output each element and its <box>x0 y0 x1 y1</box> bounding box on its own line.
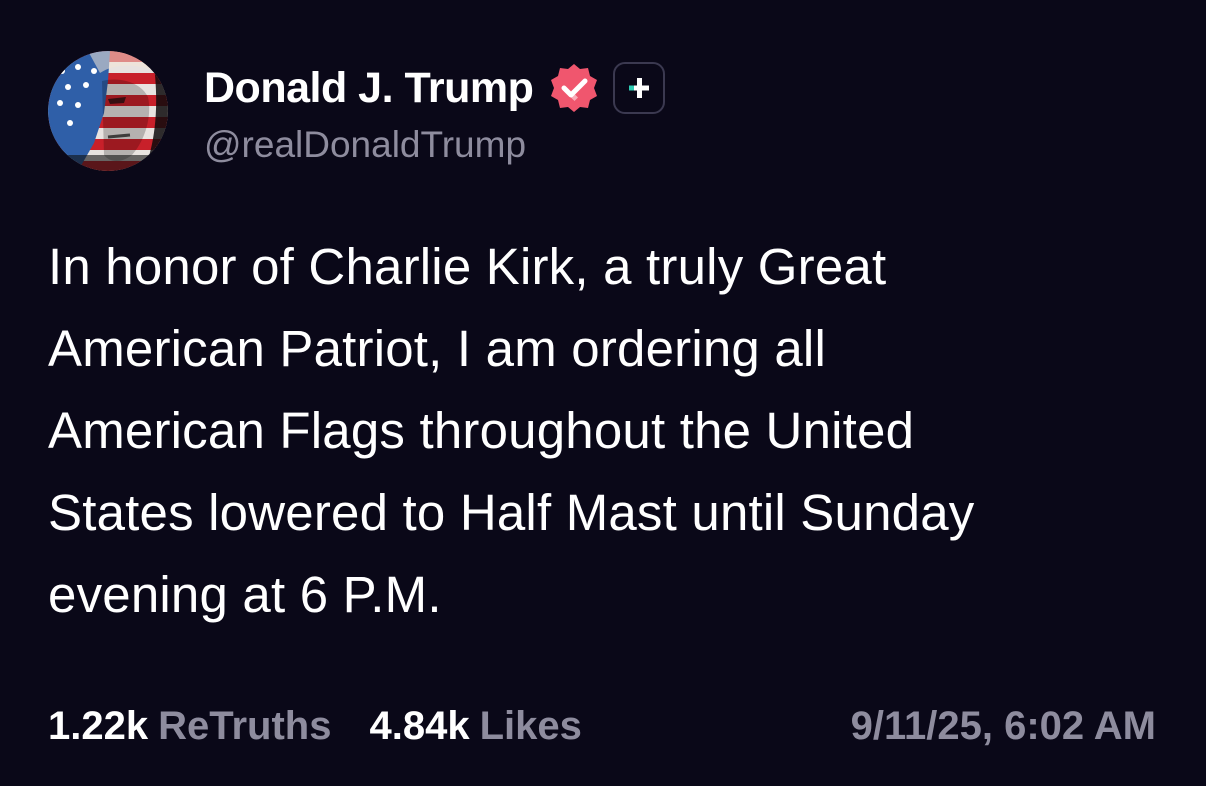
post-body-line: American Patriot, I am ordering all <box>48 320 826 377</box>
post-body-line: American Flags throughout the United <box>48 402 915 459</box>
plus-badge-icon[interactable] <box>613 62 666 114</box>
flag-portrait-avatar-image <box>48 51 168 171</box>
avatar[interactable] <box>48 51 168 171</box>
truth-post: Donald J. Trump @realDonaldTrump In hono… <box>0 0 1206 786</box>
post-body-line: evening at 6 P.M. <box>48 566 442 623</box>
retruths-stat[interactable]: 1.22k ReTruths <box>48 704 331 749</box>
post-body: In honor of Charlie Kirk, a truly Great … <box>48 226 1168 636</box>
post-body-line: In honor of Charlie Kirk, a truly Great <box>48 238 887 295</box>
author-name-row: Donald J. Trump <box>204 58 666 118</box>
post-stats: 1.22k ReTruths 4.84k Likes <box>48 696 582 756</box>
post-body-line: States lowered to Half Mast until Sunday <box>48 484 975 541</box>
retruths-label: ReTruths <box>158 703 332 748</box>
retruths-count: 1.22k <box>48 703 149 748</box>
author-handle[interactable]: @realDonaldTrump <box>204 124 526 166</box>
likes-count: 4.84k <box>369 703 470 748</box>
post-timestamp[interactable]: 9/11/25, 6:02 AM <box>851 696 1156 756</box>
author-display-name[interactable]: Donald J. Trump <box>204 64 534 113</box>
verified-badge-icon <box>547 61 601 115</box>
likes-stat[interactable]: 4.84k Likes <box>369 704 581 749</box>
likes-label: Likes <box>479 703 582 748</box>
